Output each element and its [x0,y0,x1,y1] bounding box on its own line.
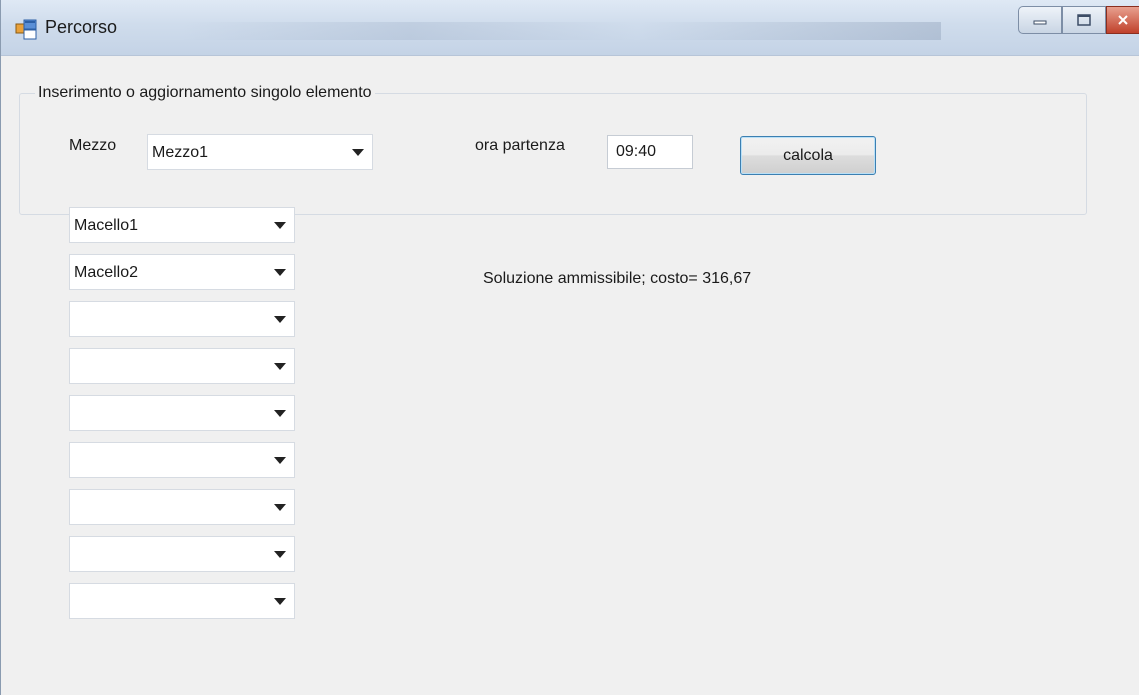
stop-combo[interactable] [69,301,295,337]
ora-partenza-input[interactable] [608,136,692,168]
chevron-down-icon[interactable] [274,269,286,276]
stop-combo-value: Macello2 [74,264,139,281]
window-controls [1018,6,1139,36]
title-bar[interactable]: Percorso [1,0,1139,56]
chevron-down-icon[interactable] [274,222,286,229]
stop-combo[interactable] [69,395,295,431]
stop-combo[interactable]: Macello1 [69,207,295,243]
stop-combo[interactable] [69,348,295,384]
chevron-down-icon[interactable] [274,598,286,605]
stop-combo[interactable] [69,489,295,525]
chevron-down-icon[interactable] [274,363,286,370]
chevron-down-icon[interactable] [274,457,286,464]
ora-partenza-field[interactable] [607,135,693,169]
stop-combo[interactable]: Macello2 [69,254,295,290]
result-text: Soluzione ammissibile; costo= 316,67 [483,270,752,287]
title-bar-glass [181,22,941,40]
stop-combo[interactable] [69,442,295,478]
app-window-icon [15,19,37,40]
mezzo-label: Mezzo [69,137,117,154]
app-window: Percorso Inserimento o aggiornamento sin… [0,0,1139,695]
mezzo-combo-value: Mezzo1 [152,144,209,161]
calcola-button[interactable]: calcola [740,136,876,175]
stop-combo[interactable] [69,583,295,619]
chevron-down-icon[interactable] [274,316,286,323]
minimize-icon[interactable] [1018,6,1062,34]
maximize-icon[interactable] [1062,6,1106,34]
ora-partenza-label: ora partenza [475,137,565,154]
window-title: Percorso [45,17,118,37]
stop-combo-value: Macello1 [74,217,139,234]
chevron-down-icon[interactable] [352,149,364,156]
chevron-down-icon[interactable] [274,504,286,511]
stop-combo[interactable] [69,536,295,572]
mezzo-combo[interactable]: Mezzo1 [147,134,373,170]
close-icon[interactable] [1106,6,1139,34]
client-area: Inserimento o aggiornamento singolo elem… [1,57,1139,695]
group-box-legend: Inserimento o aggiornamento singolo elem… [35,84,375,102]
chevron-down-icon[interactable] [274,551,286,558]
chevron-down-icon[interactable] [274,410,286,417]
